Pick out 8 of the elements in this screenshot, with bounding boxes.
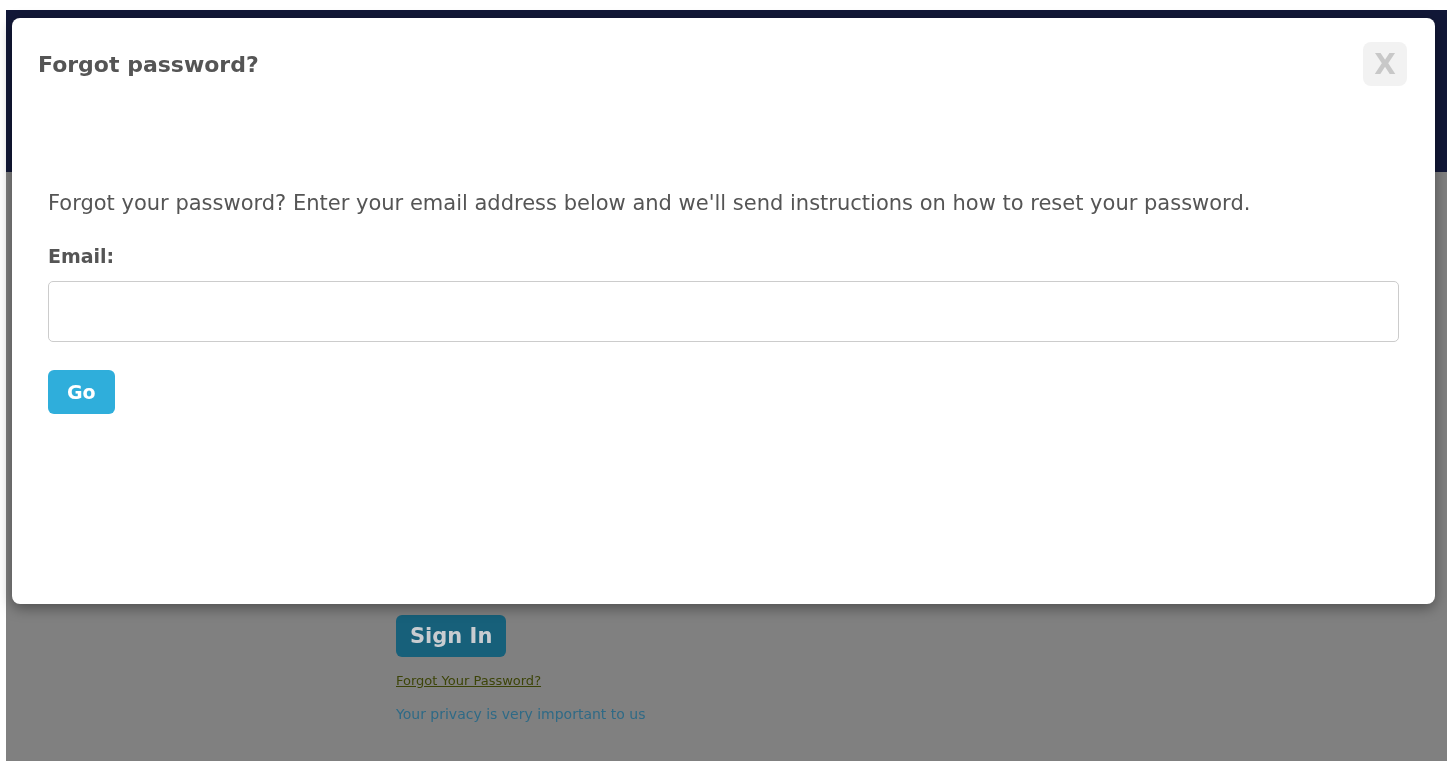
privacy-text: Your privacy is very important to us — [396, 706, 646, 722]
email-input-field[interactable] — [48, 281, 1399, 342]
dialog-title: Forgot password? — [38, 51, 259, 77]
instructions-text: Forgot your password? Enter your email address below and we'll send instructions on how to reset your password. — [48, 190, 1252, 217]
email-label: Email: — [48, 245, 116, 267]
forgot-password-link[interactable]: Forgot Your Password? — [396, 673, 542, 688]
sign-in-button[interactable]: Sign In — [396, 615, 507, 657]
go-button[interactable]: Go — [48, 370, 115, 414]
